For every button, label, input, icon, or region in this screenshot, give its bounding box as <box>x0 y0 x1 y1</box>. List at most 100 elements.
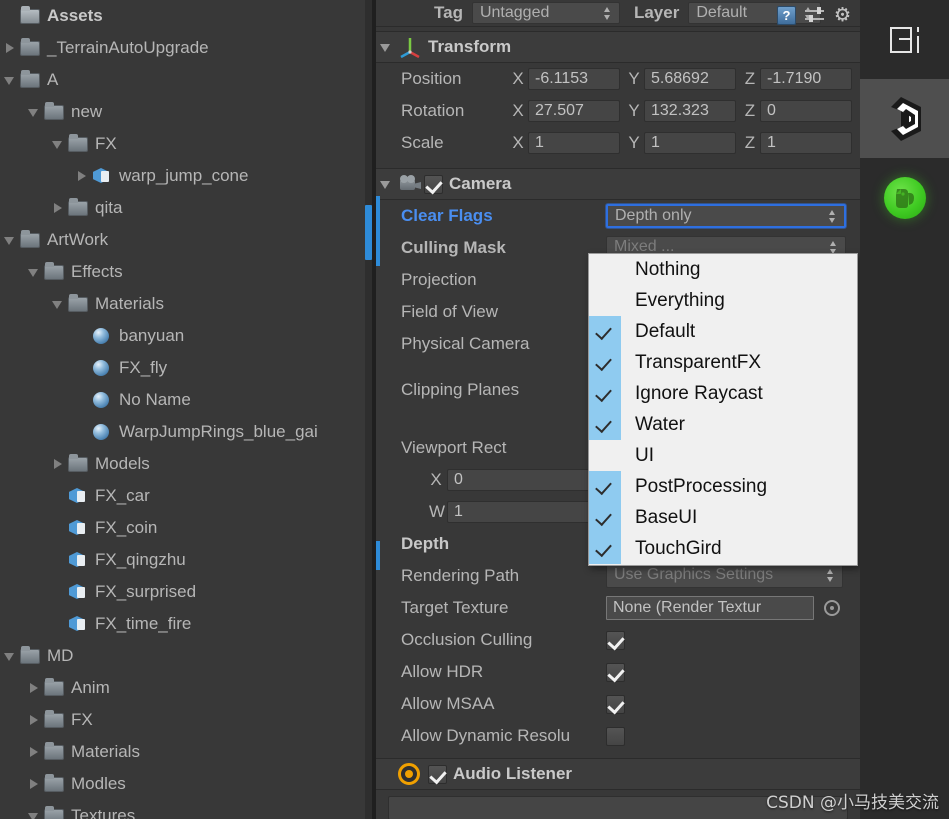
audio-listener-enabled-checkbox[interactable] <box>428 764 447 784</box>
scale-x-input[interactable]: 1 <box>528 132 620 154</box>
position-y-input[interactable]: 5.68692 <box>644 68 736 90</box>
project-scrollbar-track[interactable] <box>365 0 372 819</box>
scale-y-input[interactable]: 1 <box>644 132 736 154</box>
project-tree-item[interactable]: FX_surprised <box>0 576 372 608</box>
culling-mask-dropdown-menu[interactable]: Nothing Everything Default TransparentFX Ign… <box>588 253 858 566</box>
tree-expand-arrow-icon[interactable] <box>26 736 44 768</box>
dock-button-unity[interactable] <box>860 79 949 158</box>
tree-expand-arrow-icon[interactable] <box>26 256 44 288</box>
project-tree-item[interactable]: Anim <box>0 672 372 704</box>
culling-mask-menu-item[interactable]: Ignore Raycast <box>589 378 857 409</box>
tree-expand-arrow-icon[interactable] <box>74 160 92 192</box>
axis-x-label: X <box>512 69 524 88</box>
project-tree-item[interactable]: FX_qingzhu <box>0 544 372 576</box>
culling-mask-menu-item[interactable]: UI <box>589 440 857 471</box>
axis-y-label: Y <box>628 69 640 88</box>
rendering-path-dropdown[interactable]: Use Graphics Settings <box>606 564 843 588</box>
tree-expand-arrow-icon[interactable] <box>26 800 44 819</box>
position-z-input[interactable]: -1.7190 <box>760 68 852 90</box>
tree-expand-arrow-icon[interactable] <box>50 128 68 160</box>
culling-mask-menu-item[interactable]: PostProcessing <box>589 471 857 502</box>
preset-icon[interactable] <box>805 6 824 25</box>
project-tree-item[interactable]: new <box>0 96 372 128</box>
camera-enabled-checkbox[interactable] <box>424 174 443 194</box>
object-picker-icon[interactable] <box>824 600 840 616</box>
tree-expand-arrow-icon[interactable] <box>74 416 92 448</box>
project-tree-item[interactable]: FX_fly <box>0 352 372 384</box>
position-x-input[interactable]: -6.1153 <box>528 68 620 90</box>
camera-component-header[interactable]: Camera ? ⚙ <box>376 6 860 200</box>
tree-expand-arrow-icon[interactable] <box>50 512 68 544</box>
occlusion-culling-checkbox[interactable] <box>606 630 625 650</box>
project-tree-item[interactable]: No Name <box>0 384 372 416</box>
project-tree-item[interactable]: Materials <box>0 736 372 768</box>
project-tree-item[interactable]: Modles <box>0 768 372 800</box>
allow-msaa-checkbox[interactable] <box>606 694 625 714</box>
tree-expand-arrow-icon[interactable] <box>2 64 20 96</box>
tree-expand-arrow-icon[interactable] <box>26 672 44 704</box>
project-tree-item[interactable]: MD <box>0 640 372 672</box>
foldout-arrow-icon[interactable] <box>376 31 398 63</box>
tree-expand-arrow-icon[interactable] <box>50 448 68 480</box>
project-tree-item[interactable]: Models <box>0 448 372 480</box>
culling-mask-menu-item[interactable]: Everything <box>589 285 857 316</box>
tree-expand-arrow-icon[interactable] <box>2 0 20 32</box>
tag-dropdown[interactable]: Untagged <box>471 2 620 24</box>
project-tree-list[interactable]: Assets _TerrainAutoUpgrade Anew FX warp_jump… <box>0 0 372 819</box>
tree-expand-arrow-icon[interactable] <box>74 384 92 416</box>
project-tree-item[interactable]: Materials <box>0 288 372 320</box>
project-tree-item[interactable]: Textures <box>0 800 372 819</box>
rotation-y-input[interactable]: 132.323 <box>644 100 736 122</box>
project-tree-item[interactable]: WarpJumpRings_blue_gai <box>0 416 372 448</box>
project-tree-item[interactable]: ArtWork <box>0 224 372 256</box>
allow-dynamic-resolution-checkbox[interactable] <box>606 726 625 746</box>
culling-mask-menu-item[interactable]: Default <box>589 316 857 347</box>
project-scrollbar-thumb[interactable] <box>365 205 372 260</box>
scale-z-input[interactable]: 1 <box>760 132 852 154</box>
culling-mask-menu-item[interactable]: Water <box>589 409 857 440</box>
project-tree-item[interactable]: Effects <box>0 256 372 288</box>
tree-expand-arrow-icon[interactable] <box>26 704 44 736</box>
clear-flags-dropdown[interactable]: Depth only <box>606 204 846 228</box>
culling-mask-menu-item[interactable]: TouchGird <box>589 533 857 564</box>
tree-expand-arrow-icon[interactable] <box>50 192 68 224</box>
project-tree-item[interactable]: _TerrainAutoUpgrade <box>0 32 372 64</box>
tree-expand-arrow-icon[interactable] <box>26 768 44 800</box>
culling-mask-menu-item[interactable]: BaseUI <box>589 502 857 533</box>
dock-button-window-layout[interactable] <box>860 0 949 79</box>
project-tree-item[interactable]: FX_car <box>0 480 372 512</box>
tree-expand-arrow-icon[interactable] <box>50 480 68 512</box>
project-tree-item[interactable]: FX_coin <box>0 512 372 544</box>
project-tree-item[interactable]: warp_jump_cone <box>0 160 372 192</box>
culling-mask-menu-item[interactable]: TransparentFX <box>589 347 857 378</box>
tree-expand-arrow-icon[interactable] <box>50 576 68 608</box>
tree-expand-arrow-icon[interactable] <box>2 32 20 64</box>
dock-button-evernote[interactable] <box>860 158 949 237</box>
gear-icon[interactable]: ⚙ <box>833 6 852 25</box>
project-tree-item[interactable]: FX_time_fire <box>0 608 372 640</box>
tree-expand-arrow-icon[interactable] <box>74 320 92 352</box>
project-tree-item[interactable]: Assets <box>0 0 372 32</box>
target-texture-objectfield[interactable]: None (Render Textur <box>606 596 814 620</box>
tree-expand-arrow-icon[interactable] <box>50 288 68 320</box>
project-tree-panel[interactable]: Assets _TerrainAutoUpgrade Anew FX warp_jump… <box>0 0 372 819</box>
tree-expand-arrow-icon[interactable] <box>74 352 92 384</box>
project-tree-item[interactable]: banyuan <box>0 320 372 352</box>
project-tree-item[interactable]: FX <box>0 704 372 736</box>
help-icon[interactable]: ? <box>777 6 796 25</box>
rotation-z-input[interactable]: 0 <box>760 100 852 122</box>
tree-expand-arrow-icon[interactable] <box>50 544 68 576</box>
transform-component-header[interactable]: Transform ? ⚙ <box>376 6 860 63</box>
project-tree-item[interactable]: qita <box>0 192 372 224</box>
culling-mask-menu-item[interactable]: Nothing <box>589 254 857 285</box>
tree-expand-arrow-icon[interactable] <box>26 96 44 128</box>
audio-listener-component-header[interactable]: Audio Listener ? ⚙ <box>376 6 860 790</box>
tree-expand-arrow-icon[interactable] <box>2 224 20 256</box>
tree-expand-arrow-icon[interactable] <box>50 608 68 640</box>
rotation-x-input[interactable]: 27.507 <box>528 100 620 122</box>
project-tree-item[interactable]: A <box>0 64 372 96</box>
taskbar-dock[interactable] <box>860 0 949 819</box>
tree-expand-arrow-icon[interactable] <box>2 640 20 672</box>
allow-hdr-checkbox[interactable] <box>606 662 625 682</box>
project-tree-item[interactable]: FX <box>0 128 372 160</box>
